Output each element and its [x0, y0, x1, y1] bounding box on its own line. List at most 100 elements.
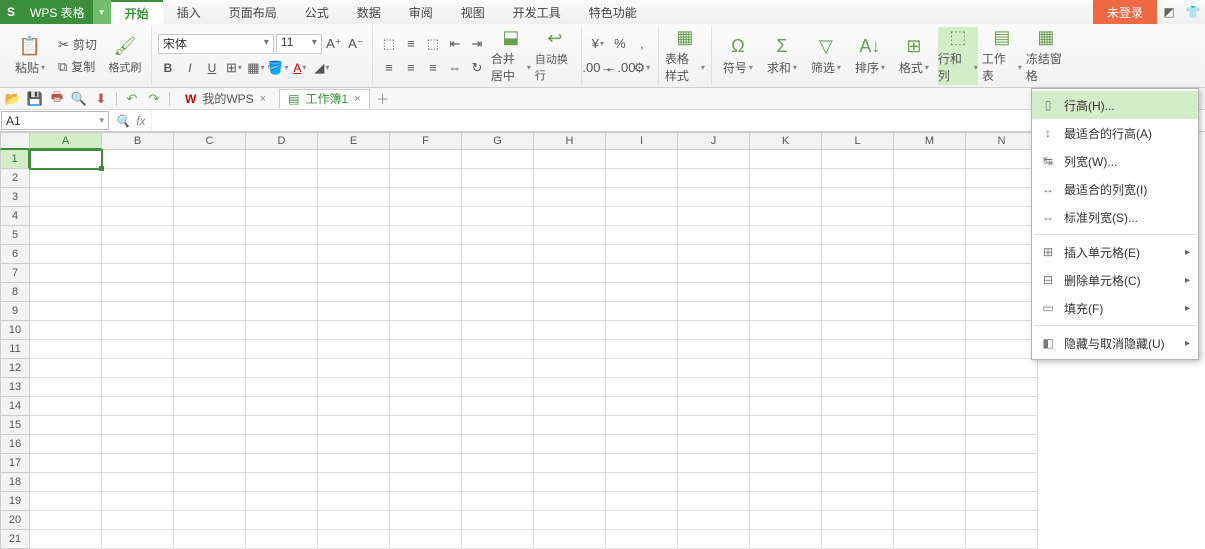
cell[interactable]: [678, 530, 750, 549]
cell[interactable]: [966, 397, 1038, 416]
cell[interactable]: [462, 283, 534, 302]
row-header[interactable]: 19: [0, 492, 30, 511]
cell[interactable]: [534, 226, 606, 245]
cell[interactable]: [606, 435, 678, 454]
cell[interactable]: [462, 435, 534, 454]
indent-decrease-button[interactable]: ⇤: [445, 34, 465, 54]
menu-item[interactable]: ⊞插入单元格(E)▸: [1032, 238, 1198, 266]
row-header[interactable]: 16: [0, 435, 30, 454]
cell[interactable]: [390, 492, 462, 511]
cell[interactable]: [678, 188, 750, 207]
col-header[interactable]: D: [246, 132, 318, 150]
cell[interactable]: [678, 150, 750, 169]
cell[interactable]: [822, 207, 894, 226]
decrease-font-button[interactable]: A⁻: [346, 34, 366, 54]
border-button[interactable]: ⊞: [224, 58, 244, 78]
cell[interactable]: [750, 169, 822, 188]
cell[interactable]: [318, 169, 390, 188]
cell[interactable]: [174, 283, 246, 302]
cell[interactable]: [390, 245, 462, 264]
cell[interactable]: [606, 264, 678, 283]
col-header[interactable]: K: [750, 132, 822, 150]
cell[interactable]: [894, 302, 966, 321]
cell[interactable]: [390, 435, 462, 454]
cell[interactable]: [30, 397, 102, 416]
cell[interactable]: [174, 473, 246, 492]
cell[interactable]: [750, 473, 822, 492]
cell[interactable]: [318, 454, 390, 473]
cell[interactable]: [966, 473, 1038, 492]
cell[interactable]: [246, 340, 318, 359]
cell[interactable]: [102, 378, 174, 397]
cell[interactable]: [318, 416, 390, 435]
tab-devtools[interactable]: 开发工具: [499, 0, 575, 24]
cell[interactable]: [822, 454, 894, 473]
cell[interactable]: [390, 207, 462, 226]
row-header[interactable]: 17: [0, 454, 30, 473]
cell[interactable]: [822, 264, 894, 283]
cell[interactable]: [390, 397, 462, 416]
cell[interactable]: [174, 340, 246, 359]
tab-special[interactable]: 特色功能: [575, 0, 651, 24]
cell[interactable]: [390, 283, 462, 302]
sort-button[interactable]: A↓排序▾: [850, 27, 890, 85]
row-header[interactable]: 20: [0, 511, 30, 530]
print-icon[interactable]: 🖶: [48, 88, 66, 110]
skin-icon[interactable]: ◩: [1157, 0, 1181, 24]
cell[interactable]: [678, 492, 750, 511]
cell[interactable]: [678, 169, 750, 188]
cell[interactable]: [30, 264, 102, 283]
cell[interactable]: [750, 511, 822, 530]
cell[interactable]: [462, 340, 534, 359]
cell[interactable]: [390, 188, 462, 207]
row-header[interactable]: 18: [0, 473, 30, 492]
indent-increase-button[interactable]: ⇥: [467, 34, 487, 54]
cell[interactable]: [246, 150, 318, 169]
row-header[interactable]: 8: [0, 283, 30, 302]
cell[interactable]: [174, 397, 246, 416]
cell[interactable]: [894, 340, 966, 359]
cell[interactable]: [966, 492, 1038, 511]
cell[interactable]: [102, 207, 174, 226]
cell[interactable]: [30, 188, 102, 207]
cell[interactable]: [462, 150, 534, 169]
row-header[interactable]: 14: [0, 397, 30, 416]
menu-item[interactable]: ↕最适合的行高(A): [1032, 119, 1198, 147]
cell[interactable]: [390, 416, 462, 435]
cell[interactable]: [894, 511, 966, 530]
cell[interactable]: [534, 397, 606, 416]
cell[interactable]: [174, 435, 246, 454]
cell[interactable]: [966, 302, 1038, 321]
cell[interactable]: [174, 302, 246, 321]
cell[interactable]: [390, 264, 462, 283]
cell[interactable]: [678, 226, 750, 245]
col-header[interactable]: M: [894, 132, 966, 150]
cell[interactable]: [894, 492, 966, 511]
cell[interactable]: [534, 188, 606, 207]
cell[interactable]: [390, 169, 462, 188]
cell[interactable]: [606, 245, 678, 264]
cell[interactable]: [30, 283, 102, 302]
cell[interactable]: [462, 169, 534, 188]
cell[interactable]: [30, 245, 102, 264]
cell[interactable]: [318, 188, 390, 207]
cell[interactable]: [318, 245, 390, 264]
cell[interactable]: [822, 245, 894, 264]
cell[interactable]: [966, 321, 1038, 340]
copy-button[interactable]: ⧉复制: [54, 57, 101, 77]
fill-color-button[interactable]: 🪣: [268, 58, 288, 78]
cell[interactable]: [678, 454, 750, 473]
cell[interactable]: [966, 169, 1038, 188]
cell[interactable]: [894, 150, 966, 169]
cell[interactable]: [318, 283, 390, 302]
name-box[interactable]: A1: [1, 111, 109, 130]
cell[interactable]: [246, 264, 318, 283]
col-header[interactable]: A: [30, 132, 102, 150]
cell[interactable]: [822, 492, 894, 511]
cell[interactable]: [822, 530, 894, 549]
cell[interactable]: [30, 416, 102, 435]
cell[interactable]: [318, 264, 390, 283]
cell[interactable]: [966, 359, 1038, 378]
cell[interactable]: [606, 454, 678, 473]
menu-item[interactable]: ⊟删除单元格(C)▸: [1032, 266, 1198, 294]
